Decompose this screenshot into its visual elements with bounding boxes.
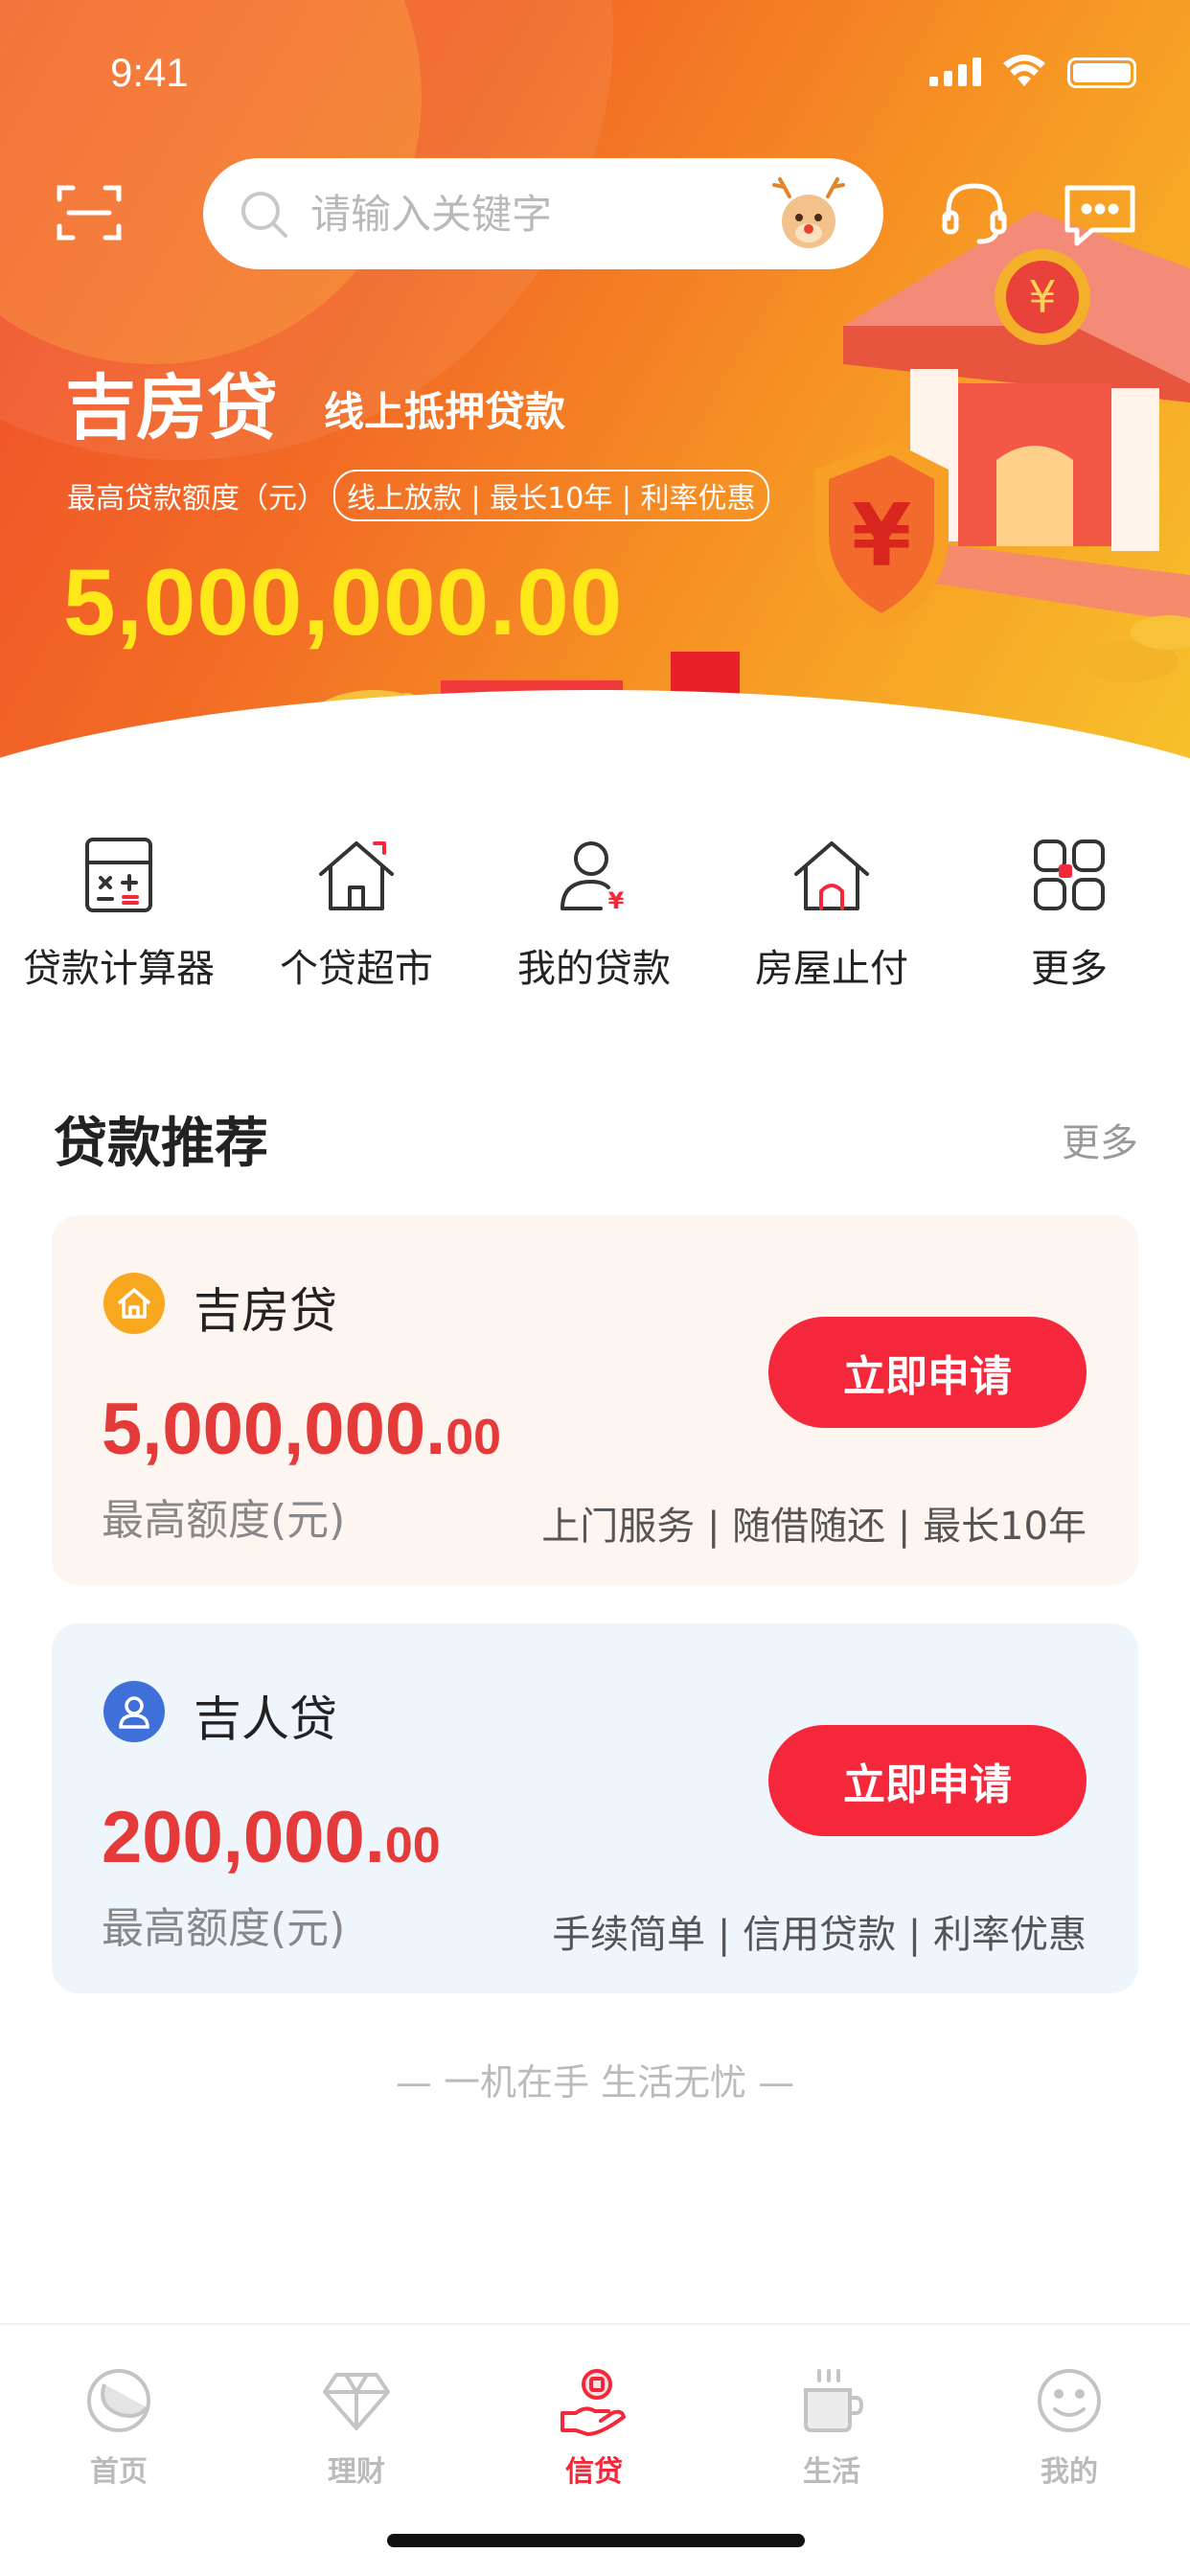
hero-feature-tags: 线上放款 | 最长10年 | 利率优惠 <box>333 470 769 521</box>
quick-nav-my-loans[interactable]: ¥ 我的贷款 <box>475 834 713 1016</box>
quick-nav-label: 贷款计算器 <box>23 947 215 991</box>
status-bar: 9:41 <box>0 0 1190 144</box>
hand-coin-icon <box>561 2369 626 2436</box>
status-time: 9:41 <box>110 50 189 95</box>
loan-card-features: 上门服务 | 随借随还 | 最长10年 <box>541 1505 1087 1549</box>
house-badge-icon <box>103 1273 165 1334</box>
quick-nav-label: 个贷超市 <box>280 947 433 991</box>
svg-text:¥: ¥ <box>608 887 625 914</box>
search-icon <box>241 192 287 238</box>
hero-amount: 5,000,000.00 <box>63 549 624 655</box>
section-title: 贷款推荐 <box>54 1113 268 1175</box>
loan-card-caption: 最高额度(元) <box>102 1496 346 1545</box>
hero-banner[interactable]: ¥ ¥ 9:41 请输入关键字 吉房贷 线上抵押贷款 最高贷款额度（元） 线上放… <box>0 0 1190 767</box>
section-more-link[interactable]: 更多 <box>1062 1112 1138 1167</box>
loan-card-jifangdai[interactable]: 吉房贷 5,000,000.00 最高额度(元) 立即申请 上门服务 | 随借随… <box>52 1215 1138 1585</box>
home-indicator <box>387 2534 805 2547</box>
cup-icon <box>804 2369 864 2432</box>
battery-icon <box>1067 58 1136 88</box>
quick-nav-house-stop-payment[interactable]: 房屋止付 <box>713 834 950 1016</box>
quick-nav-label: 我的贷款 <box>517 947 671 991</box>
svg-text:¥: ¥ <box>1028 271 1056 323</box>
loan-card-features: 手续简单 | 信用贷款 | 利率优惠 <box>552 1913 1087 1957</box>
cellular-signal-icon <box>929 58 981 86</box>
person-badge-icon <box>103 1681 165 1742</box>
tab-label: 首页 <box>90 2455 148 2489</box>
house-icon <box>319 841 394 910</box>
search-bar[interactable] <box>203 158 883 269</box>
loan-card-caption: 最高额度(元) <box>102 1904 346 1953</box>
hero-limit-line: 最高贷款额度（元） 线上放款 | 最长10年 | 利率优惠 <box>67 470 769 521</box>
footer-slogan: — 一机在手 生活无忧 — <box>395 2061 795 2104</box>
svg-text:¥: ¥ <box>852 486 912 586</box>
smile-icon <box>1038 2369 1101 2432</box>
message-icon[interactable] <box>1064 182 1136 249</box>
user-yuan-icon: ¥ <box>561 841 625 914</box>
scan-icon[interactable] <box>56 182 123 243</box>
hero-limit-label: 最高贷款额度（元） <box>67 482 326 516</box>
tab-mine[interactable]: 我的 <box>950 2325 1188 2576</box>
loan-card-amount: 200,000.00 <box>102 1797 441 1878</box>
quick-nav-more[interactable]: 更多 <box>950 834 1188 1016</box>
loan-card-amount: 5,000,000.00 <box>102 1389 502 1470</box>
bank-building-illustration: ¥ ¥ <box>814 211 1190 682</box>
customer-service-icon[interactable] <box>941 180 1008 247</box>
moon-home-icon <box>87 2369 150 2432</box>
loan-card-jirendai[interactable]: 吉人贷 200,000.00 最高额度(元) 立即申请 手续简单 | 信用贷款 … <box>52 1623 1138 1993</box>
apply-button[interactable]: 立即申请 <box>768 1317 1087 1428</box>
loan-card-name: 吉人贷 <box>194 1691 337 1747</box>
quick-nav-label: 更多 <box>1031 947 1108 991</box>
quick-nav-loan-calculator[interactable]: 贷款计算器 <box>0 834 238 1016</box>
apply-button[interactable]: 立即申请 <box>768 1725 1087 1836</box>
search-input[interactable] <box>310 190 742 238</box>
tab-home[interactable]: 首页 <box>0 2325 238 2576</box>
quick-nav-loan-market[interactable]: 个贷超市 <box>238 834 475 1016</box>
wifi-icon <box>1003 55 1045 86</box>
house-stop-icon <box>794 841 869 910</box>
tab-label: 我的 <box>1041 2455 1098 2489</box>
hero-title: 吉房贷 <box>65 367 278 449</box>
grid-icon <box>1034 840 1105 910</box>
diamond-icon <box>323 2373 390 2430</box>
quick-nav: 贷款计算器 个贷超市 ¥ 我的贷款 房屋止付 更多 <box>0 834 1190 1016</box>
tab-label: 理财 <box>328 2455 385 2489</box>
tab-label: 生活 <box>803 2455 860 2489</box>
reindeer-mascot-icon <box>772 177 845 248</box>
quick-nav-label: 房屋止付 <box>755 947 908 991</box>
calculator-icon <box>85 838 152 912</box>
tab-label: 信贷 <box>565 2455 623 2489</box>
loan-card-name: 吉房贷 <box>194 1283 337 1339</box>
hero-subtitle: 线上抵押贷款 <box>324 388 566 435</box>
